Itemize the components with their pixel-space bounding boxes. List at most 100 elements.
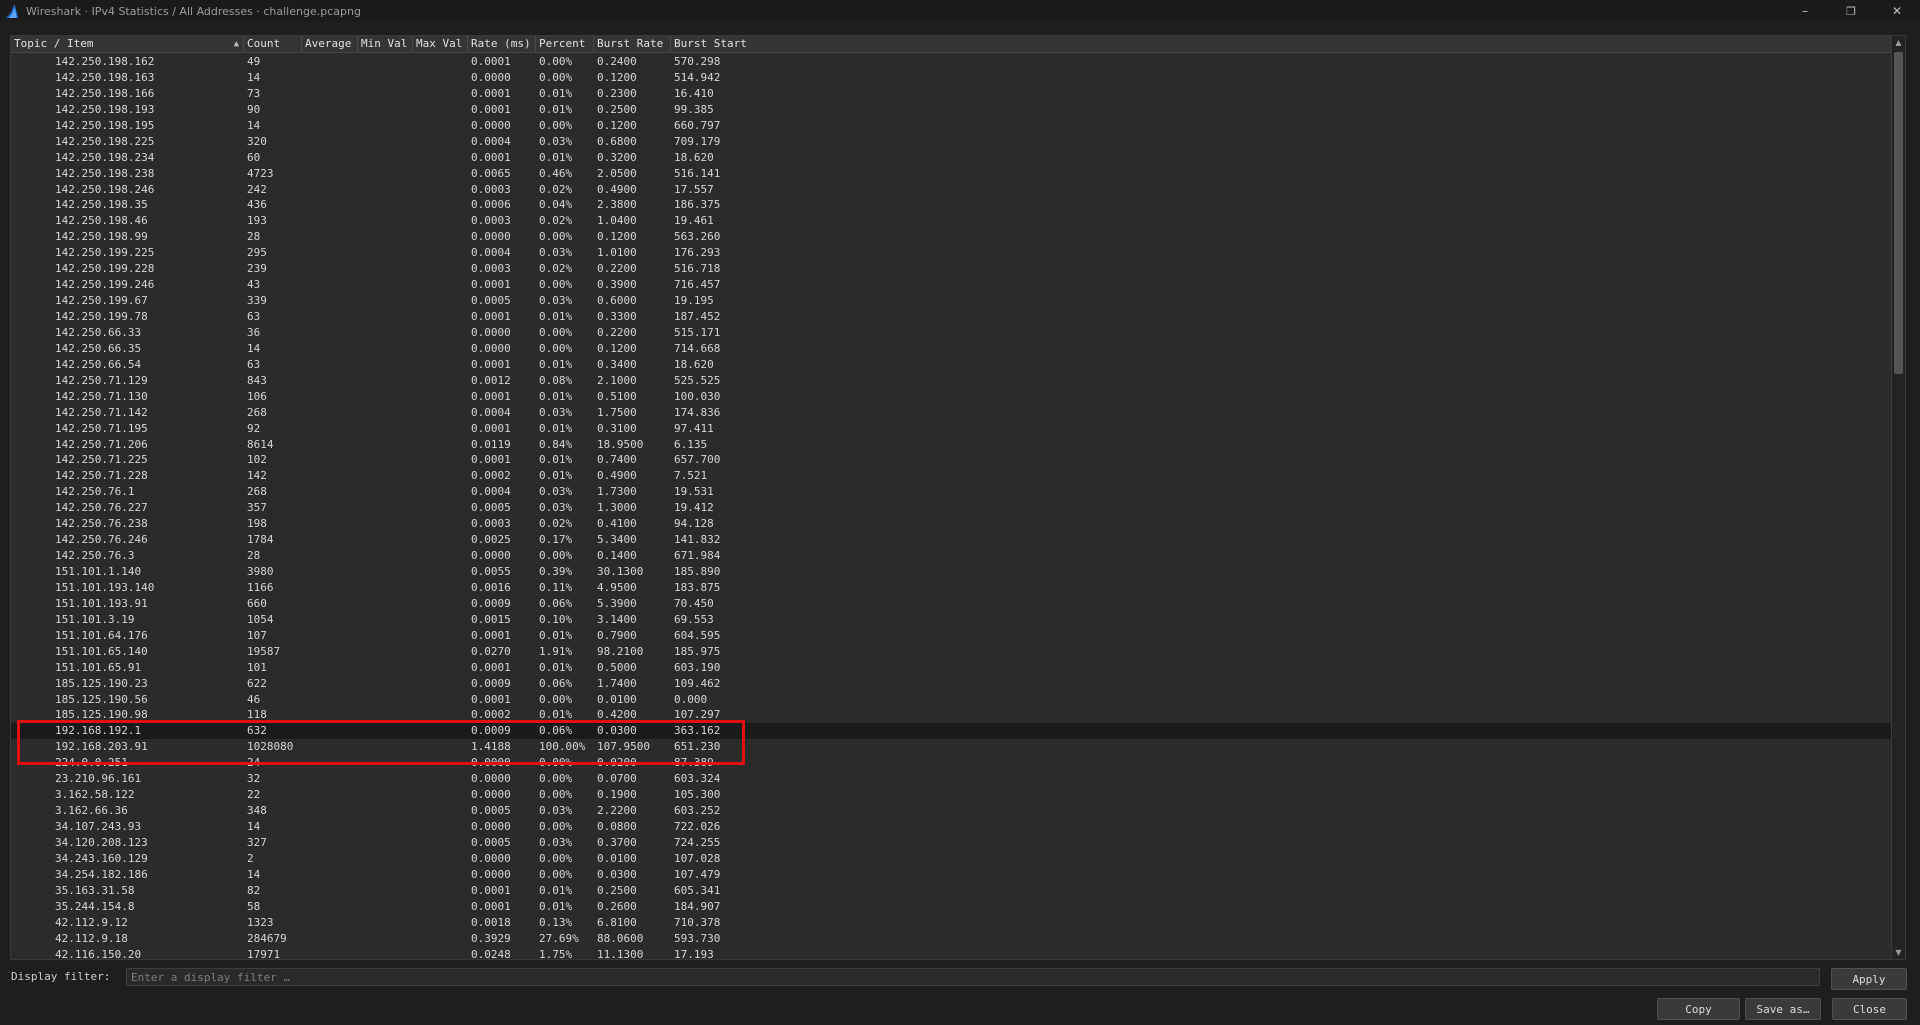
table-row[interactable]: 151.101.65.140 19587 0.0270 1.91% 98.2100 185…: [11, 644, 1893, 660]
table-row[interactable]: 142.250.198.162 49 0.0001 0.00% 0.2400 570.29…: [11, 54, 1893, 70]
column-header-burst-rate[interactable]: Burst Rate: [594, 36, 671, 52]
table-row[interactable]: 142.250.199.67 339 0.0005 0.03% 0.6000 19.195: [11, 293, 1893, 309]
table-row[interactable]: 3.162.66.36 348 0.0005 0.03% 2.2200 603.252: [11, 803, 1893, 819]
table-row[interactable]: 142.250.199.225 295 0.0004 0.03% 1.0100 176.2…: [11, 245, 1893, 261]
display-filter-input[interactable]: [126, 968, 1820, 986]
average-cell: [302, 947, 358, 960]
table-row[interactable]: 151.101.1.140 3980 0.0055 0.39% 30.1300 185.8…: [11, 564, 1893, 580]
table-row[interactable]: 142.250.71.225 102 0.0001 0.01% 0.7400 657.70…: [11, 452, 1893, 468]
table-row[interactable]: 142.250.198.246 242 0.0003 0.02% 0.4900 17.55…: [11, 182, 1893, 198]
max-val-cell: [413, 548, 468, 564]
table-row[interactable]: 142.250.76.3 28 0.0000 0.00% 0.1400 671.984: [11, 548, 1893, 564]
burst-start-cell: 100.030: [674, 389, 721, 403]
table-row[interactable]: 142.250.198.193 90 0.0001 0.01% 0.2500 99.385: [11, 102, 1893, 118]
column-header-topic[interactable]: Topic / Item ▲: [11, 36, 244, 52]
min-val-cell: [358, 54, 413, 70]
table-row[interactable]: 142.250.198.99 28 0.0000 0.00% 0.1200 563.260: [11, 229, 1893, 245]
topic-cell: 142.250.66.33: [55, 325, 142, 339]
table-row[interactable]: 185.125.190.56 46 0.0001 0.00% 0.0100 0.000: [11, 692, 1893, 708]
count-cell: 198: [247, 517, 267, 531]
table-row[interactable]: 185.125.190.98 118 0.0002 0.01% 0.4200 107.29…: [11, 707, 1893, 723]
burst-start-cell: 603.190: [674, 660, 721, 674]
table-row[interactable]: 142.250.198.234 60 0.0001 0.01% 0.3200 18.620: [11, 150, 1893, 166]
table-row[interactable]: 42.112.9.18 284679 0.3929 27.69% 88.0600 593.…: [11, 931, 1893, 947]
table-row[interactable]: 192.168.203.91 1028080 1.4188 100.00% 107.95…: [11, 739, 1893, 755]
count-cell: 1784: [247, 533, 274, 547]
table-row[interactable]: 142.250.198.35 436 0.0006 0.04% 2.3800 186.37…: [11, 197, 1893, 213]
percent-cell: 0.03%: [539, 294, 573, 308]
column-header-burst-start[interactable]: Burst Start: [671, 36, 1893, 52]
average-cell: [302, 500, 358, 516]
table-row[interactable]: 142.250.71.142 268 0.0004 0.03% 1.7500 174.83…: [11, 405, 1893, 421]
column-header-average[interactable]: Average: [302, 36, 358, 52]
table-row[interactable]: 185.125.190.23 622 0.0009 0.06% 1.7400 109.46…: [11, 676, 1893, 692]
table-row[interactable]: 3.162.58.122 22 0.0000 0.00% 0.1900 105.300: [11, 787, 1893, 803]
table-row[interactable]: 142.250.71.129 843 0.0012 0.08% 2.1000 525.52…: [11, 373, 1893, 389]
table-row[interactable]: 142.250.71.130 106 0.0001 0.01% 0.5100 100.03…: [11, 389, 1893, 405]
table-row[interactable]: 142.250.71.228 142 0.0002 0.01% 0.4900 7.521: [11, 468, 1893, 484]
table-row[interactable]: 151.101.193.140 1166 0.0016 0.11% 4.9500 183.…: [11, 580, 1893, 596]
minimize-button[interactable]: –: [1782, 0, 1828, 22]
table-row[interactable]: 142.250.198.166 73 0.0001 0.01% 0.2300 16.410: [11, 86, 1893, 102]
table-row[interactable]: 142.250.199.228 239 0.0003 0.02% 0.2200 516.7…: [11, 261, 1893, 277]
table-row[interactable]: 142.250.71.206 8614 0.0119 0.84% 18.9500 6.13…: [11, 437, 1893, 453]
column-header-rate[interactable]: Rate (ms): [468, 36, 536, 52]
column-header-min-val[interactable]: Min Val: [358, 36, 413, 52]
table-row[interactable]: 142.250.66.33 36 0.0000 0.00% 0.2200 515.171: [11, 325, 1893, 341]
table-row[interactable]: 142.250.76.1 268 0.0004 0.03% 1.7300 19.531: [11, 484, 1893, 500]
count-cell: 36: [247, 325, 261, 339]
table-row[interactable]: 23.210.96.161 32 0.0000 0.00% 0.0700 603.324: [11, 771, 1893, 787]
apply-button[interactable]: Apply: [1831, 968, 1907, 990]
table-row[interactable]: 34.107.243.93 14 0.0000 0.00% 0.0800 722.026: [11, 819, 1893, 835]
scroll-down-icon[interactable]: ▼: [1892, 946, 1905, 959]
table-row[interactable]: 142.250.76.227 357 0.0005 0.03% 1.3000 19.412: [11, 500, 1893, 516]
table-row[interactable]: 34.254.182.186 14 0.0000 0.00% 0.0300 107.479: [11, 867, 1893, 883]
column-header-count[interactable]: Count: [244, 36, 302, 52]
table-row[interactable]: 142.250.199.246 43 0.0001 0.00% 0.3900 716.45…: [11, 277, 1893, 293]
count-cell: 63: [247, 357, 261, 371]
max-val-cell: [413, 325, 468, 341]
topic-cell: 185.125.190.56: [55, 692, 148, 706]
table-row[interactable]: 142.250.76.238 198 0.0003 0.02% 0.4100 94.128: [11, 516, 1893, 532]
table-row[interactable]: 142.250.198.163 14 0.0000 0.00% 0.1200 514.94…: [11, 70, 1893, 86]
close-button[interactable]: Close: [1832, 998, 1907, 1020]
count-cell: 843: [247, 373, 267, 387]
table-row[interactable]: 151.101.65.91 101 0.0001 0.01% 0.5000 603.190: [11, 660, 1893, 676]
save-as-button[interactable]: Save as…: [1745, 998, 1821, 1020]
table-row[interactable]: 151.101.64.176 107 0.0001 0.01% 0.7900 604.59…: [11, 628, 1893, 644]
min-val-cell: [358, 245, 413, 261]
table-row[interactable]: 142.250.76.246 1784 0.0025 0.17% 5.3400 141.8…: [11, 532, 1893, 548]
table-row[interactable]: 142.250.198.46 193 0.0003 0.02% 1.0400 19.461: [11, 213, 1893, 229]
column-header-max-val[interactable]: Max Val: [413, 36, 468, 52]
statistics-tree[interactable]: Topic / Item ▲ Count Average Min Val Max…: [10, 35, 1906, 960]
table-row[interactable]: 142.250.66.35 14 0.0000 0.00% 0.1200 714.668: [11, 341, 1893, 357]
table-row[interactable]: 142.250.198.195 14 0.0000 0.00% 0.1200 660.79…: [11, 118, 1893, 134]
copy-button[interactable]: Copy: [1657, 998, 1740, 1020]
table-row[interactable]: 224.0.0.251 24 0.0000 0.00% 0.0200 87.389: [11, 755, 1893, 771]
table-row[interactable]: 42.116.150.20 17971 0.0248 1.75% 11.1300 17.1…: [11, 947, 1893, 960]
table-row[interactable]: 151.101.193.91 660 0.0009 0.06% 5.3900 70.450: [11, 596, 1893, 612]
burst-start-cell: 570.298: [674, 55, 721, 68]
column-header-percent[interactable]: Percent: [536, 36, 594, 52]
table-row[interactable]: 142.250.199.78 63 0.0001 0.01% 0.3300 187.452: [11, 309, 1893, 325]
restore-button[interactable]: ❐: [1828, 0, 1874, 22]
count-cell: 357: [247, 501, 267, 515]
table-row[interactable]: 35.163.31.58 82 0.0001 0.01% 0.2500 605.341: [11, 883, 1893, 899]
table-row[interactable]: 192.168.192.1 632 0.0009 0.06% 0.0300 363.162: [11, 723, 1893, 740]
table-row[interactable]: 34.243.160.129 2 0.0000 0.00% 0.0100 107.028: [11, 851, 1893, 867]
table-row[interactable]: 142.250.198.238 4723 0.0065 0.46% 2.0500 516.…: [11, 166, 1893, 182]
close-window-button[interactable]: ✕: [1874, 0, 1920, 22]
table-row[interactable]: 142.250.198.225 320 0.0004 0.03% 0.6800 709.1…: [11, 134, 1893, 150]
percent-cell: 0.46%: [539, 166, 573, 180]
scroll-up-icon[interactable]: ▲: [1892, 36, 1905, 49]
table-row[interactable]: 142.250.71.195 92 0.0001 0.01% 0.3100 97.411: [11, 421, 1893, 437]
table-row[interactable]: 142.250.66.54 63 0.0001 0.01% 0.3400 18.620: [11, 357, 1893, 373]
table-row[interactable]: 42.112.9.12 1323 0.0018 0.13% 6.8100 710.378: [11, 915, 1893, 931]
burst-rate-cell: 2.3800: [597, 198, 637, 212]
scrollbar-thumb[interactable]: [1894, 52, 1903, 374]
table-row[interactable]: 34.120.208.123 327 0.0005 0.03% 0.3700 724.25…: [11, 835, 1893, 851]
table-row[interactable]: 35.244.154.8 58 0.0001 0.01% 0.2600 184.907: [11, 899, 1893, 915]
table-row[interactable]: 151.101.3.19 1054 0.0015 0.10% 3.1400 69.553: [11, 612, 1893, 628]
max-val-cell: [413, 118, 468, 134]
vertical-scrollbar[interactable]: ▲ ▼: [1891, 36, 1905, 959]
